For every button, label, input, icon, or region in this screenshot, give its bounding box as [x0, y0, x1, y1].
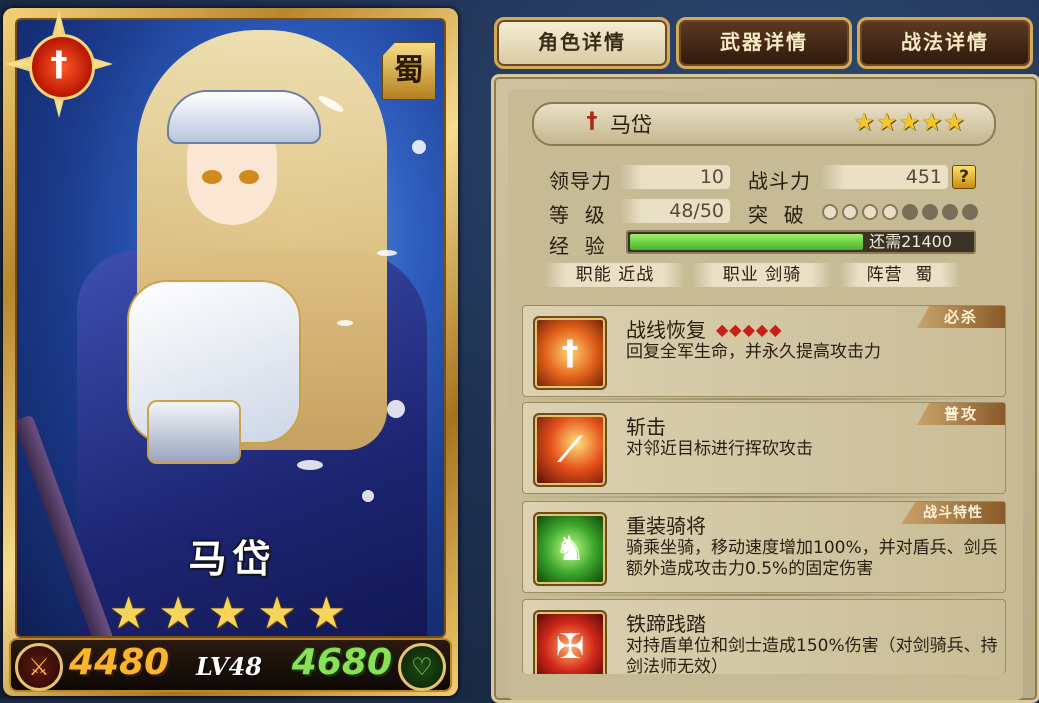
hero-star-rating: ★★★★★	[853, 108, 966, 136]
portrait-eye	[239, 170, 259, 184]
hero-name-bar: † 马岱 ★★★★★	[532, 102, 996, 146]
attack-sword-icon: ⚔	[15, 643, 63, 691]
snow-flake	[412, 140, 426, 154]
portrait-crown	[167, 90, 321, 144]
exp-label: 经 验	[549, 234, 606, 258]
skill-type-tag: 必杀	[917, 306, 1005, 328]
skill-item[interactable]: ♞ 重装骑将 骑乘坐骑，移动速度增加100%，并对盾兵、剑兵额外造成攻击力0.5…	[522, 501, 1006, 593]
skill-name: 战线恢复 ◆◆◆◆◆	[626, 318, 783, 342]
breakthrough-dot	[862, 203, 878, 220]
job-tag: 职业 剑骑	[692, 263, 832, 287]
portrait-gauntlet	[147, 400, 241, 464]
snow-flake	[377, 250, 397, 256]
hoof-shield-icon: ✠	[533, 610, 607, 674]
skill-description: 对持盾单位和剑士造成150%伤害（对剑骑兵、持剑法师无效）	[626, 636, 998, 674]
divider	[520, 496, 1002, 498]
card-hp-value: 4680	[291, 642, 392, 683]
breakthrough-dot	[882, 203, 898, 220]
leadership-value: 10	[620, 165, 730, 189]
hero-card[interactable]: 马岱 ★★★★★ 蜀 † ⚔ 4480 LV48 4680 ♡	[3, 8, 458, 696]
sword-emblem-icon: †	[586, 109, 598, 134]
snow-flake	[337, 320, 353, 326]
skill-type-tag: 普攻	[917, 403, 1005, 425]
skill-level-diamonds: ◆◆◆◆◆	[716, 320, 783, 339]
skill-item[interactable]: ⟋ 斩击 对邻近目标进行挥砍攻击 普攻	[522, 402, 1006, 494]
exp-remaining-text: 还需21400	[869, 232, 952, 251]
sword-burst-icon: †	[533, 316, 607, 390]
breakthrough-dot	[942, 203, 958, 220]
snow-flake	[387, 400, 405, 418]
snow-flake	[297, 460, 323, 470]
horse-icon: ♞	[533, 512, 607, 586]
skill-description: 回复全军生命，并永久提高攻击力	[626, 342, 881, 362]
skill-name: 重装骑将	[626, 514, 706, 538]
skill-name: 斩击	[626, 415, 666, 439]
hero-name: 马岱	[610, 113, 652, 137]
tab-weapon-details[interactable]: 武器详情	[676, 17, 852, 69]
power-label: 战斗力	[748, 169, 811, 193]
hp-heart-icon: ♡	[398, 643, 446, 691]
portrait-eye	[202, 170, 222, 184]
leadership-label: 领导力	[549, 169, 612, 193]
kingdom-badge: 蜀	[382, 42, 436, 100]
level-label: 等 级	[549, 203, 606, 227]
breakthrough-dot	[822, 203, 838, 220]
skill-name: 铁蹄践踏	[626, 612, 706, 636]
sword-emblem-icon: †	[50, 44, 68, 84]
breakthrough-dot	[902, 203, 918, 220]
divider	[520, 594, 1002, 596]
power-value: 451	[820, 165, 948, 189]
card-stat-bar: ⚔ 4480 LV48 4680 ♡	[9, 638, 452, 692]
skill-description: 骑乘坐骑，移动速度增加100%，并对盾兵、剑兵额外造成攻击力0.5%的固定伤害	[626, 538, 998, 579]
skill-type-tag: 战斗特性	[901, 502, 1005, 524]
exp-progress-bar: 还需21400	[626, 230, 976, 254]
snow-flake	[362, 490, 374, 502]
divider	[520, 398, 1002, 400]
skill-description: 对邻近目标进行挥砍攻击	[626, 439, 813, 459]
breakthrough-dot	[962, 203, 978, 220]
card-hero-name: 马岱	[188, 537, 277, 581]
help-icon[interactable]: ?	[952, 165, 976, 189]
breakthrough-dot	[922, 203, 938, 220]
role-tag: 职能 近战	[545, 263, 685, 287]
card-attack-value: 4480	[69, 642, 170, 683]
slash-icon: ⟋	[533, 413, 607, 487]
tab-role-details[interactable]: 角色详情	[494, 17, 670, 69]
skill-item[interactable]: ✠ 铁蹄践踏 对持盾单位和剑士造成150%伤害（对剑骑兵、持剑法师无效）	[522, 599, 1006, 674]
breakthrough-label: 突 破	[748, 203, 805, 227]
level-value: 48/50	[620, 199, 730, 223]
card-star-rating: ★★★★★	[108, 588, 357, 638]
skill-item[interactable]: † 战线恢复 ◆◆◆◆◆ 回复全军生命，并永久提高攻击力 必杀	[522, 305, 1006, 397]
faction-emblem: †	[5, 10, 113, 118]
breakthrough-dot	[842, 203, 858, 220]
tab-tactic-details[interactable]: 战法详情	[857, 17, 1033, 69]
camp-tag: 阵营 蜀	[840, 263, 960, 287]
card-level: LV48	[196, 652, 263, 681]
exp-progress-fill	[630, 234, 863, 250]
breakthrough-dots	[822, 201, 982, 220]
